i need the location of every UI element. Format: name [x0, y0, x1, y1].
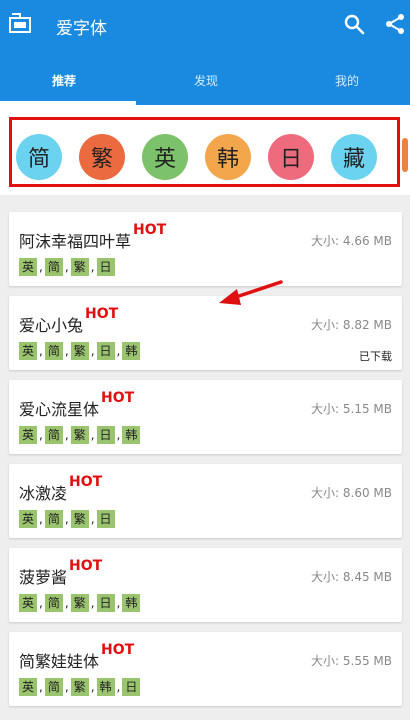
tag: 简 [44, 510, 63, 528]
tag: 简 [44, 426, 63, 444]
app-title: 爱字体 [56, 19, 107, 39]
tag: 繁 [70, 510, 89, 528]
tab-discover[interactable]: 发现 [146, 72, 266, 89]
font-size: 大小: 8.60 MB [311, 486, 392, 500]
download-status: 已下载 [359, 350, 392, 363]
font-name: 菠萝酱HOT [19, 558, 103, 587]
language-tags: 英, 简, 繁, 日, 韩 [19, 426, 141, 444]
font-size: 大小: 5.15 MB [311, 402, 392, 416]
font-card[interactable]: 爱心流星体HOT 大小: 5.15 MB 英, 简, 繁, 日, 韩 [9, 380, 402, 454]
red-arrow-annotation-icon [219, 280, 283, 305]
font-card[interactable]: 冰激凌HOT 大小: 8.60 MB 英, 简, 繁, 日 [9, 464, 402, 538]
tab-recommend[interactable]: 推荐 [4, 72, 124, 89]
tag: 韩 [122, 426, 141, 444]
chip-korean[interactable]: 韩 [205, 134, 251, 180]
tag: 韩 [122, 342, 141, 360]
tag: 繁 [70, 426, 89, 444]
font-name: 爱心流星体HOT [19, 390, 135, 419]
font-name: 爱心小兔HOT [19, 306, 119, 335]
tag: 英 [19, 510, 38, 528]
font-name: 冰激凌HOT [19, 474, 103, 503]
tag: 英 [19, 678, 38, 696]
share-icon[interactable] [383, 12, 407, 36]
tag: 简 [44, 342, 63, 360]
language-tags: 英, 简, 繁, 日 [19, 510, 115, 528]
tag: 英 [19, 342, 38, 360]
hot-badge: HOT [69, 558, 103, 574]
tag: 繁 [70, 258, 89, 276]
chip-simplified[interactable]: 简 [16, 134, 62, 180]
tag: 韩 [96, 678, 115, 696]
app-logo-icon [9, 13, 31, 33]
language-tags: 英, 简, 繁, 日, 韩 [19, 342, 141, 360]
tag: 简 [44, 678, 63, 696]
chip-overflow-indicator [402, 138, 408, 172]
chip-tibetan[interactable]: 藏 [331, 134, 377, 180]
tag: 日 [96, 342, 115, 360]
language-tags: 英, 简, 繁, 日 [19, 258, 115, 276]
font-size: 大小: 4.66 MB [311, 234, 392, 248]
hot-badge: HOT [133, 222, 167, 238]
tag: 繁 [70, 678, 89, 696]
tag: 英 [19, 594, 38, 612]
hot-badge: HOT [69, 474, 103, 490]
tab-bar: 推荐 发现 我的 [0, 58, 410, 102]
tag: 英 [19, 426, 38, 444]
hot-badge: HOT [101, 390, 135, 406]
tag: 英 [19, 258, 38, 276]
hot-badge: HOT [85, 306, 119, 322]
tag: 日 [96, 510, 115, 528]
font-card[interactable]: 菠萝酱HOT 大小: 8.45 MB 英, 简, 繁, 日, 韩 [9, 548, 402, 622]
tag: 繁 [70, 342, 89, 360]
language-tags: 英, 简, 繁, 韩, 日 [19, 678, 141, 696]
font-card[interactable]: 简繁娃娃体HOT 大小: 5.55 MB 英, 简, 繁, 韩, 日 [9, 632, 402, 706]
chip-japanese[interactable]: 日 [268, 134, 314, 180]
font-card[interactable]: 阿沫幸福四叶草HOT 大小: 4.66 MB 英, 简, 繁, 日 [9, 212, 402, 286]
chip-traditional[interactable]: 繁 [79, 134, 125, 180]
tag: 简 [44, 258, 63, 276]
language-tags: 英, 简, 繁, 日, 韩 [19, 594, 141, 612]
font-name: 简繁娃娃体HOT [19, 642, 135, 671]
tag: 日 [122, 678, 141, 696]
tab-mine[interactable]: 我的 [287, 72, 407, 89]
font-size: 大小: 8.45 MB [311, 570, 392, 584]
font-name: 阿沫幸福四叶草HOT [19, 222, 167, 251]
tag: 日 [96, 594, 115, 612]
tag: 韩 [122, 594, 141, 612]
tag: 简 [44, 594, 63, 612]
chip-english[interactable]: 英 [142, 134, 188, 180]
tag: 日 [96, 426, 115, 444]
font-size: 大小: 5.55 MB [311, 654, 392, 668]
font-card[interactable]: 爱心小兔HOT 大小: 8.82 MB 英, 简, 繁, 日, 韩 已下载 [9, 296, 402, 370]
search-icon[interactable] [342, 12, 366, 36]
font-size: 大小: 8.82 MB [311, 318, 392, 332]
tag: 日 [96, 258, 115, 276]
hot-badge: HOT [101, 642, 135, 658]
tag: 繁 [70, 594, 89, 612]
app-bar: 爱字体 推荐 发现 我的 [0, 0, 410, 105]
